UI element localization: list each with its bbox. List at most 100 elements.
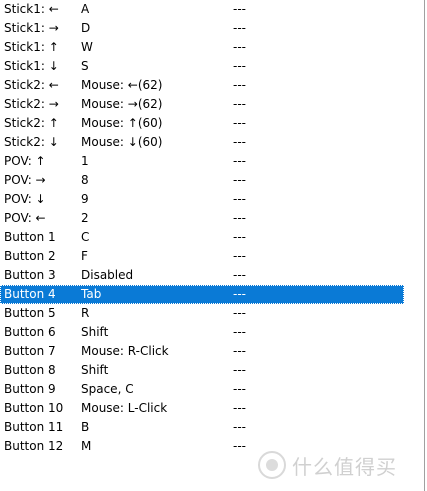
- row-mapping-value: S: [81, 59, 89, 73]
- row-extra-value: ---: [233, 401, 246, 415]
- mapping-row[interactable]: Button 1 C ---: [0, 228, 404, 247]
- row-extra-value: ---: [233, 78, 246, 92]
- row-extra-value: ---: [233, 249, 246, 263]
- row-mapping-value: D: [81, 21, 91, 35]
- row-mapping-value: C: [81, 230, 90, 244]
- row-extra-value: ---: [233, 97, 246, 111]
- row-extra-value: ---: [233, 154, 246, 168]
- row-extra-value: ---: [233, 211, 246, 225]
- row-extra-value: ---: [233, 382, 246, 396]
- row-input-label: Stick1: ↑: [4, 40, 59, 54]
- row-input-label: Button 3: [4, 268, 56, 282]
- row-extra-value: ---: [233, 116, 246, 130]
- row-input-label: Stick1: ←: [4, 2, 59, 16]
- row-mapping-value: Mouse: →(62): [81, 97, 163, 111]
- row-input-label: Button 10: [4, 401, 64, 415]
- watermark: 什么值得买: [258, 450, 397, 480]
- row-extra-value: ---: [233, 59, 246, 73]
- row-mapping-value: Space, C: [81, 382, 134, 396]
- mapping-row[interactable]: POV: ↓ 9 ---: [0, 190, 404, 209]
- mapping-row[interactable]: Button 6 Shift ---: [0, 323, 404, 342]
- row-extra-value: ---: [233, 173, 246, 187]
- row-input-label: Stick2: ↑: [4, 116, 59, 130]
- row-extra-value: ---: [233, 2, 246, 16]
- row-input-label: Button 7: [4, 344, 56, 358]
- row-extra-value: ---: [233, 192, 246, 206]
- panel-border: [424, 0, 425, 491]
- row-mapping-value: M: [81, 439, 92, 453]
- row-mapping-value: Shift: [81, 363, 109, 377]
- mapping-row[interactable]: POV: ↑ 1 ---: [0, 152, 404, 171]
- row-input-label: Button 8: [4, 363, 56, 377]
- row-mapping-value: 1: [81, 154, 89, 168]
- row-extra-value: ---: [233, 287, 246, 301]
- row-mapping-value: Tab: [81, 287, 102, 301]
- row-input-label: POV: ←: [4, 211, 46, 225]
- row-input-label: POV: ↓: [4, 192, 46, 206]
- mapping-row[interactable]: POV: → 8 ---: [0, 171, 404, 190]
- row-input-label: Stick2: ←: [4, 78, 59, 92]
- mapping-row[interactable]: Stick1: ↑ W ---: [0, 38, 404, 57]
- row-extra-value: ---: [233, 21, 246, 35]
- mapping-row[interactable]: Button 3 Disabled ---: [0, 266, 404, 285]
- row-extra-value: ---: [233, 230, 246, 244]
- row-input-label: POV: ↑: [4, 154, 46, 168]
- mapping-list-panel: Stick1: ← A --- Stick1: → D --- Stick1: ↑ W --- S…: [0, 0, 424, 491]
- row-input-label: Button 5: [4, 306, 56, 320]
- row-mapping-value: 2: [81, 211, 89, 225]
- mapping-row[interactable]: POV: ← 2 ---: [0, 209, 404, 228]
- mapping-row[interactable]: Button 7 Mouse: R-Click ---: [0, 342, 404, 361]
- row-input-label: Button 1: [4, 230, 56, 244]
- mapping-row[interactable]: Stick2: ↓ Mouse: ↓(60) ---: [0, 133, 404, 152]
- mapping-row[interactable]: Stick1: ↓ S ---: [0, 57, 404, 76]
- mapping-row[interactable]: Stick2: ← Mouse: ←(62) ---: [0, 76, 404, 95]
- row-mapping-value: Mouse: L-Click: [81, 401, 168, 415]
- row-input-label: Button 4: [4, 287, 56, 301]
- row-mapping-value: 9: [81, 192, 89, 206]
- row-input-label: POV: →: [4, 173, 46, 187]
- mapping-row[interactable]: Button 10 Mouse: L-Click ---: [0, 399, 404, 418]
- smzdm-logo-icon: [258, 451, 286, 479]
- row-extra-value: ---: [233, 439, 246, 453]
- mapping-row[interactable]: Button 9 Space, C ---: [0, 380, 404, 399]
- mapping-row[interactable]: Button 4 Tab ---: [0, 285, 404, 304]
- row-mapping-value: A: [81, 2, 90, 16]
- row-input-label: Stick2: ↓: [4, 135, 59, 149]
- row-input-label: Button 9: [4, 382, 56, 396]
- row-mapping-value: W: [81, 40, 93, 54]
- row-mapping-value: Mouse: R-Click: [81, 344, 169, 358]
- row-mapping-value: Disabled: [81, 268, 134, 282]
- row-input-label: Button 12: [4, 439, 64, 453]
- row-input-label: Stick1: ↓: [4, 59, 59, 73]
- mapping-row[interactable]: Stick2: ↑ Mouse: ↑(60) ---: [0, 114, 404, 133]
- row-mapping-value: 8: [81, 173, 89, 187]
- row-mapping-value: Mouse: ↑(60): [81, 116, 163, 130]
- mapping-row[interactable]: Button 8 Shift ---: [0, 361, 404, 380]
- row-mapping-value: Mouse: ←(62): [81, 78, 163, 92]
- row-mapping-value: Shift: [81, 325, 109, 339]
- row-extra-value: ---: [233, 325, 246, 339]
- row-input-label: Stick1: →: [4, 21, 59, 35]
- mapping-row[interactable]: Button 2 F ---: [0, 247, 404, 266]
- row-extra-value: ---: [233, 268, 246, 282]
- row-extra-value: ---: [233, 135, 246, 149]
- row-input-label: Button 11: [4, 420, 64, 434]
- mapping-row[interactable]: Stick1: ← A ---: [0, 0, 404, 19]
- row-extra-value: ---: [233, 363, 246, 377]
- row-extra-value: ---: [233, 40, 246, 54]
- row-extra-value: ---: [233, 306, 246, 320]
- mapping-row[interactable]: Stick2: → Mouse: →(62) ---: [0, 95, 404, 114]
- watermark-text: 什么值得买: [292, 454, 397, 479]
- row-input-label: Button 2: [4, 249, 56, 263]
- row-mapping-value: Mouse: ↓(60): [81, 135, 163, 149]
- row-input-label: Button 6: [4, 325, 56, 339]
- row-mapping-value: F: [81, 249, 88, 263]
- row-mapping-value: B: [81, 420, 90, 434]
- mapping-row[interactable]: Button 5 R ---: [0, 304, 404, 323]
- row-extra-value: ---: [233, 420, 246, 434]
- row-extra-value: ---: [233, 344, 246, 358]
- mapping-row[interactable]: Button 11 B ---: [0, 418, 404, 437]
- row-mapping-value: R: [81, 306, 90, 320]
- mapping-row[interactable]: Stick1: → D ---: [0, 19, 404, 38]
- row-input-label: Stick2: →: [4, 97, 59, 111]
